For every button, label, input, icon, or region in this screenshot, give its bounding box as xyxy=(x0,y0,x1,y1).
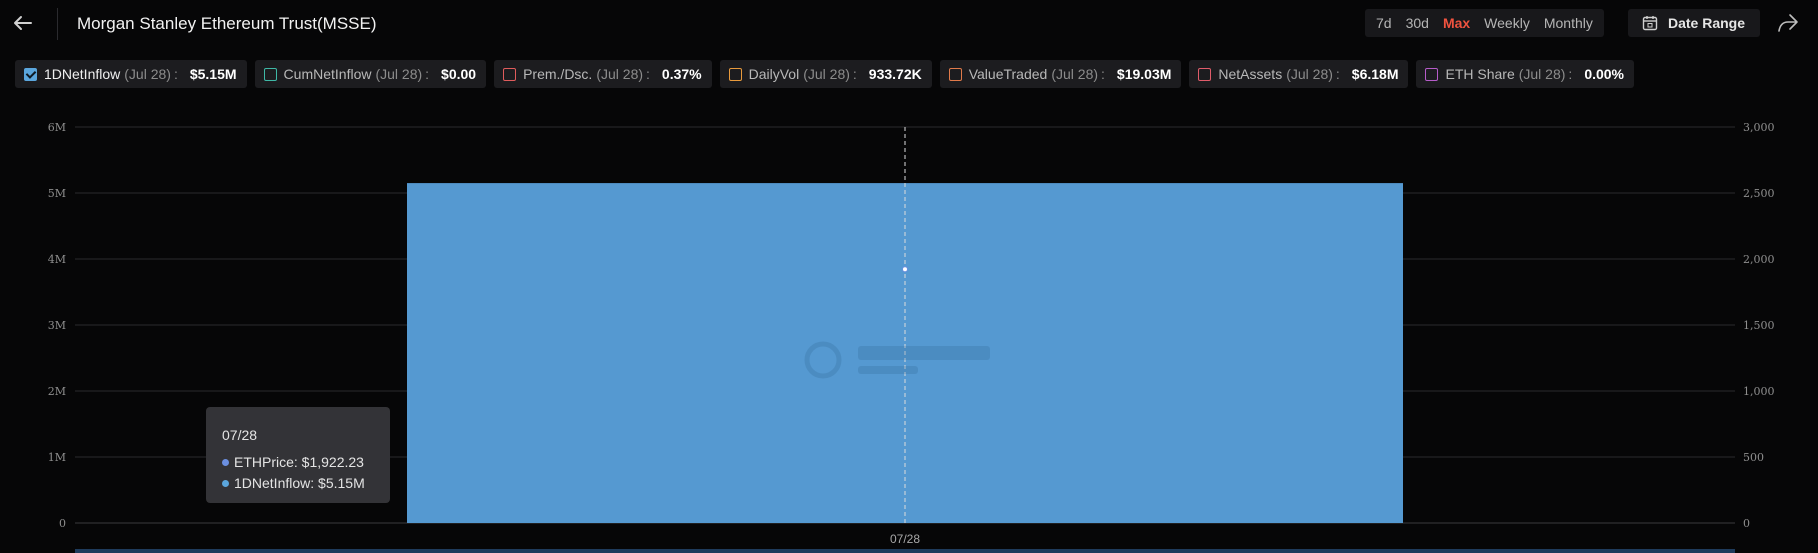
y-right-tick-label: 2,000 xyxy=(1743,253,1775,266)
series-dot-icon xyxy=(222,479,229,487)
tooltip-row-1dnetinflow: 1DNetInflow: $5.15M xyxy=(222,475,365,491)
header-divider xyxy=(57,8,58,40)
checkbox-icon[interactable] xyxy=(948,67,962,81)
tooltip-label: 1DNetInflow: $5.15M xyxy=(234,475,365,491)
range-max-button[interactable]: Max xyxy=(1436,15,1477,31)
series-dot-icon xyxy=(222,458,229,466)
y-left-tick-label: 2M xyxy=(48,385,66,398)
tooltip-label: ETHPrice: $1,922.23 xyxy=(234,454,364,470)
y-left-tick-label: 5M xyxy=(48,187,66,200)
metric-toggle-bar: 1DNetInflow (Jul 28) : $5.15M CumNetInfl… xyxy=(15,60,1642,88)
x-tick-label: 07/28 xyxy=(890,532,920,546)
y-left-tick-label: 4M xyxy=(48,253,66,266)
range-7d-button[interactable]: 7d xyxy=(1369,15,1399,31)
metric-colon: : xyxy=(425,66,430,82)
range-weekly-button[interactable]: Weekly xyxy=(1477,15,1537,31)
y-right-tick-label: 500 xyxy=(1743,451,1764,464)
share-icon[interactable] xyxy=(1776,12,1800,34)
price-point xyxy=(902,266,908,273)
date-range-label: Date Range xyxy=(1668,15,1746,31)
metric-colon: : xyxy=(1101,66,1105,82)
tooltip-date: 07/28 xyxy=(222,427,258,443)
metric-1dnetinflow[interactable]: 1DNetInflow (Jul 28) : $5.15M xyxy=(15,60,247,88)
checkbox-icon[interactable] xyxy=(24,67,37,81)
metric-dailyvol[interactable]: DailyVol (Jul 28) : 933.72K xyxy=(719,60,932,88)
range-navigator xyxy=(75,549,1735,553)
top-bar: Morgan Stanley Ethereum Trust(MSSE) 7d 3… xyxy=(0,0,1818,48)
y-right-tick-label: 1,500 xyxy=(1743,319,1775,332)
metric-value: $0.00 xyxy=(441,66,477,82)
date-range-button[interactable]: Date Range xyxy=(1628,9,1760,37)
metric-value: 0.00% xyxy=(1584,66,1625,82)
range-selector: 7d 30d Max Weekly Monthly xyxy=(1365,9,1604,37)
metric-premium-discount[interactable]: Prem./Dsc. (Jul 28) : 0.37% xyxy=(494,60,712,88)
y-right-tick-label: 1,000 xyxy=(1743,385,1775,398)
y-left-tick-label: 1M xyxy=(48,451,66,464)
metric-date: (Jul 28) xyxy=(375,66,423,82)
y-right-tick-label: 0 xyxy=(1743,517,1750,530)
checkbox-icon[interactable] xyxy=(1425,67,1439,81)
checkbox-icon[interactable] xyxy=(728,67,742,81)
metric-eth-share[interactable]: ETH Share (Jul 28) : 0.00% xyxy=(1416,60,1635,88)
metric-value: $6.18M xyxy=(1351,66,1399,82)
metric-date: (Jul 28) xyxy=(1051,66,1099,82)
range-30d-button[interactable]: 30d xyxy=(1399,15,1436,31)
metric-date: (Jul 28) xyxy=(596,66,644,82)
metric-date: (Jul 28) xyxy=(124,66,171,82)
checkbox-icon[interactable] xyxy=(263,67,277,81)
y-left-tick-label: 6M xyxy=(48,121,66,134)
metric-value: 933.72K xyxy=(868,66,922,82)
metric-date: (Jul 28) xyxy=(1286,66,1333,82)
calendar-icon xyxy=(1642,16,1658,31)
y-left-tick-label: 3M xyxy=(48,319,66,332)
y-left-tick-label: 0 xyxy=(59,517,66,530)
metric-date: (Jul 28) xyxy=(1518,66,1566,82)
y-right-tick-label: 3,000 xyxy=(1743,121,1775,134)
y-right-tick-label: 2,500 xyxy=(1743,187,1775,200)
checkbox-icon[interactable] xyxy=(503,67,517,81)
metric-valuetraded[interactable]: ValueTraded (Jul 28) : $19.03M xyxy=(939,60,1182,88)
metric-name: NetAssets xyxy=(1218,66,1283,82)
metric-colon: : xyxy=(1335,66,1340,82)
chart-tooltip: 07/28 ETHPrice: $1,922.23 1DNetInflow: $… xyxy=(206,407,390,503)
metric-value: $5.15M xyxy=(189,66,237,82)
metric-name: Prem./Dsc. xyxy=(523,66,593,82)
checkbox-icon[interactable] xyxy=(1198,67,1212,81)
range-monthly-button[interactable]: Monthly xyxy=(1537,15,1600,31)
metric-colon: : xyxy=(852,66,857,82)
metric-name: ValueTraded xyxy=(968,66,1048,82)
metric-date: (Jul 28) xyxy=(803,66,850,82)
metric-value: 0.37% xyxy=(661,66,702,82)
metric-name: 1DNetInflow xyxy=(44,66,121,82)
metric-name: CumNetInflow xyxy=(283,66,372,82)
metric-name: DailyVol xyxy=(748,66,800,82)
metric-cumnetinflow[interactable]: CumNetInflow (Jul 28) : $0.00 xyxy=(254,60,487,88)
metric-name: ETH Share xyxy=(1445,66,1515,82)
page-title: Morgan Stanley Ethereum Trust(MSSE) xyxy=(77,14,377,33)
metric-colon: : xyxy=(646,66,650,82)
tooltip-row-ethprice: ETHPrice: $1,922.23 xyxy=(222,454,364,470)
back-arrow-icon[interactable] xyxy=(10,10,36,36)
metric-colon: : xyxy=(1568,66,1573,82)
metric-value: $19.03M xyxy=(1116,66,1172,82)
metric-colon: : xyxy=(173,66,178,82)
metric-netassets[interactable]: NetAssets (Jul 28) : $6.18M xyxy=(1189,60,1409,88)
